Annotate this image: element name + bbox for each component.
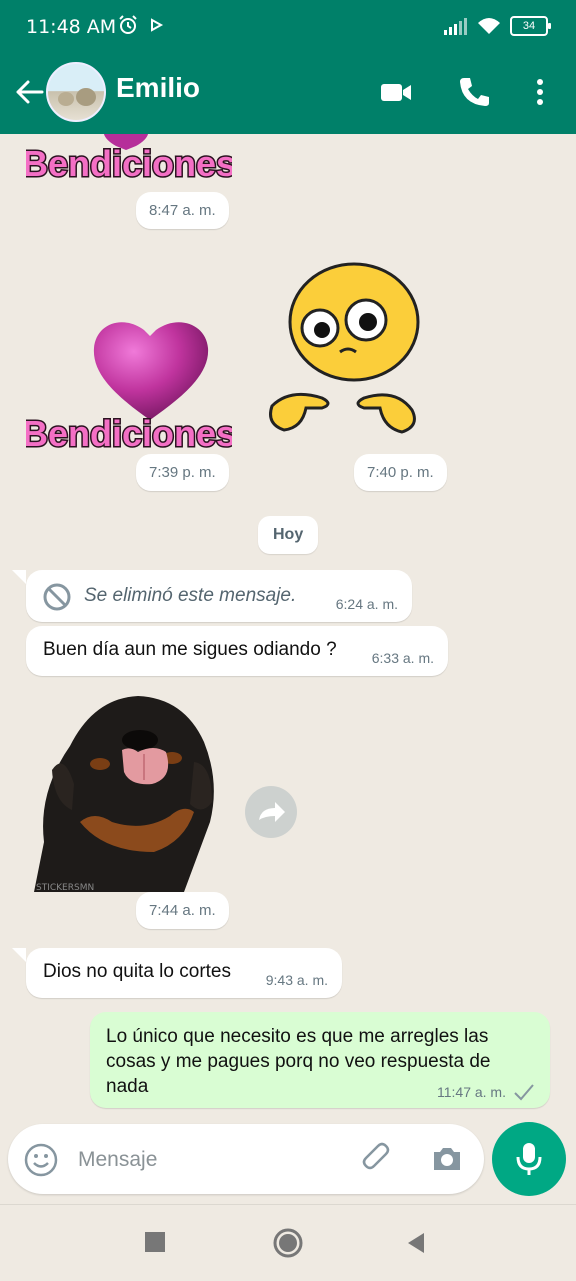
status-bar: 11:48 AM 34 (0, 0, 576, 56)
message-time: 7:39 p. m. (136, 454, 229, 491)
sticker-bendiciones-1[interactable]: Bendiciones (26, 134, 232, 186)
back-arrow-icon[interactable] (12, 74, 48, 110)
chat-area[interactable]: Bendiciones 8:47 a. m. Bendiciones 7:39 … (0, 134, 576, 1120)
sticker-dog[interactable]: STICKERSMN (34, 692, 220, 892)
sticker-text: Bendiciones (26, 143, 232, 184)
sticker-pleading-face[interactable] (262, 260, 422, 446)
bubble-tail (12, 570, 26, 584)
message-time: 7:44 a. m. (136, 892, 229, 929)
message-time: 11:47 a. m. (436, 1084, 506, 1100)
message-input[interactable]: Mensaje (8, 1124, 484, 1194)
battery-indicator: 34 (510, 16, 551, 36)
battery-level: 34 (522, 20, 536, 32)
bubble-tail (12, 948, 26, 962)
message-time: 7:40 p. m. (354, 454, 447, 491)
sticker-watermark: STICKERSMN (36, 883, 94, 892)
more-options-icon[interactable] (522, 74, 558, 110)
voice-message-button[interactable] (492, 1122, 566, 1196)
forward-button[interactable] (245, 786, 297, 838)
wifi-icon (478, 18, 500, 34)
message-time: 6:33 a. m. (371, 650, 434, 666)
single-check-icon (514, 1084, 534, 1101)
signal-icon (444, 18, 467, 35)
deleted-message-text: Se eliminó este mensaje. (84, 585, 297, 606)
message-text: Dios no quita lo cortes (43, 961, 231, 982)
status-time: 11:48 AM (26, 16, 117, 38)
forward-icon (259, 802, 285, 822)
message-time: 6:24 a. m. (335, 596, 398, 612)
contact-avatar[interactable] (46, 62, 106, 122)
date-divider: Hoy (258, 516, 319, 554)
recent-apps-icon[interactable] (144, 1231, 166, 1253)
incoming-message[interactable]: Dios no quita lo cortes 9:43 a. m. (26, 948, 342, 998)
emoji-icon[interactable] (24, 1143, 58, 1177)
microphone-icon (516, 1143, 542, 1175)
message-time: 8:47 a. m. (136, 192, 229, 229)
system-nav-bar (0, 1204, 576, 1281)
attach-icon[interactable] (360, 1142, 394, 1176)
message-text: Buen día aun me sigues odiando ? (43, 639, 337, 660)
status-left-icons (117, 14, 165, 36)
phone-call-icon[interactable] (456, 74, 492, 110)
play-icon (151, 18, 164, 32)
message-placeholder: Mensaje (78, 1148, 158, 1171)
deleted-message[interactable]: Se eliminó este mensaje. 6:24 a. m. (26, 570, 412, 622)
outgoing-message[interactable]: Lo único que necesito es que me arregles… (90, 1012, 550, 1108)
chat-header: Emilio (0, 56, 576, 134)
status-right-icons: 34 (442, 16, 551, 36)
contact-name[interactable]: Emilio (116, 72, 200, 104)
blocked-icon (43, 583, 71, 611)
sticker-bendiciones-2[interactable]: Bendiciones (26, 312, 232, 456)
video-call-icon[interactable] (378, 74, 414, 110)
sticker-text: Bendiciones (26, 413, 232, 454)
back-nav-icon[interactable] (404, 1231, 428, 1255)
incoming-message[interactable]: Buen día aun me sigues odiando ? 6:33 a.… (26, 626, 448, 676)
message-composer: Mensaje (0, 1120, 576, 1210)
message-time: 9:43 a. m. (265, 972, 328, 988)
camera-icon[interactable] (430, 1142, 464, 1176)
alarm-icon (119, 15, 137, 34)
home-icon[interactable] (272, 1227, 304, 1259)
